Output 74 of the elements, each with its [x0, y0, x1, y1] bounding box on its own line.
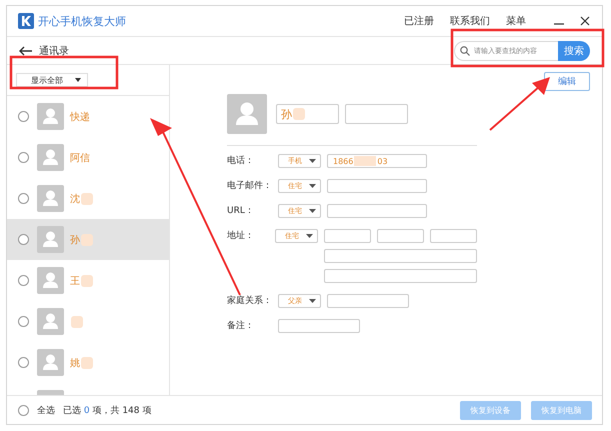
back-arrow-icon[interactable]	[19, 46, 32, 56]
avatar-icon	[37, 185, 64, 212]
radio-button[interactable]	[18, 275, 29, 286]
radio-button[interactable]	[18, 316, 29, 327]
contact-item[interactable]: 阿信	[7, 137, 169, 178]
contact-item[interactable]: 沈	[7, 178, 169, 219]
caret-icon	[309, 299, 316, 303]
avatar-icon	[227, 94, 267, 134]
address-field[interactable]	[430, 229, 477, 243]
contact-item[interactable]: 姚	[7, 342, 169, 383]
contact-item[interactable]: 王	[7, 260, 169, 301]
caret-icon	[309, 184, 316, 188]
text-field[interactable]	[327, 179, 427, 193]
contact-item[interactable]: 快递	[7, 96, 169, 137]
contact-name: 姚	[70, 356, 80, 370]
contact-name: 孙	[70, 234, 80, 246]
avatar-icon	[37, 349, 64, 376]
address-field[interactable]	[324, 229, 371, 243]
field-label: 地址：	[227, 230, 255, 243]
field-label: 家庭关系：	[227, 294, 273, 308]
edit-button[interactable]: 编辑	[544, 72, 590, 91]
radio-button[interactable]	[18, 357, 29, 368]
first-name-field[interactable]: 孙	[276, 104, 339, 124]
radio-button[interactable]	[18, 404, 29, 416]
note-field[interactable]	[278, 319, 360, 333]
caret-icon	[309, 159, 316, 163]
search-icon	[460, 46, 470, 56]
caret-icon	[75, 78, 81, 82]
caret-icon	[306, 234, 313, 238]
blur-patch	[81, 234, 93, 246]
field-label: 备注：	[227, 320, 255, 333]
close-icon[interactable]	[580, 16, 590, 26]
contact-name: 沈	[70, 192, 80, 206]
blur-patch	[71, 316, 83, 328]
radio-button[interactable]	[18, 152, 29, 163]
menu-link[interactable]: 已注册	[404, 14, 434, 28]
page-title: 通讯录	[39, 44, 69, 58]
selection-count: 已选 0 项，共 148 项	[63, 404, 152, 416]
avatar-icon	[37, 308, 64, 335]
app-title: 开心手机恢复大师	[38, 14, 126, 28]
contact-name: 快递	[70, 110, 90, 124]
field-label: 电子邮件：	[227, 180, 273, 193]
radio-button[interactable]	[18, 193, 29, 204]
search-button[interactable]: 搜索	[558, 40, 590, 60]
text-field[interactable]	[327, 294, 409, 308]
app-logo-icon	[18, 13, 34, 29]
avatar-icon	[37, 103, 64, 130]
field-label: URL：	[227, 205, 255, 218]
blur-patch	[81, 356, 93, 368]
address-field[interactable]	[324, 269, 477, 283]
radio-button[interactable]	[18, 111, 29, 122]
contact-item[interactable]: 孙	[7, 219, 169, 260]
blur-patch	[293, 108, 305, 120]
blur-patch	[81, 274, 93, 286]
phone-field[interactable]: 1866 03	[327, 154, 427, 168]
blur-patch	[354, 156, 376, 166]
avatar-icon	[37, 226, 64, 253]
menu-link[interactable]: 菜单	[506, 14, 526, 28]
address-field[interactable]	[377, 229, 424, 243]
caret-icon	[309, 209, 316, 213]
menu-link[interactable]: 联系我们	[450, 14, 490, 28]
avatar-icon	[37, 144, 64, 171]
last-name-field[interactable]	[345, 104, 408, 124]
contact-name: 王	[70, 274, 80, 288]
field-label: 电话：	[227, 154, 255, 168]
text-field[interactable]	[327, 204, 427, 218]
blur-patch	[81, 192, 93, 204]
filter-dropdown[interactable]: 显示全部	[16, 73, 88, 87]
radio-button[interactable]	[18, 234, 29, 245]
select-all-label: 全选	[37, 404, 55, 416]
annotation-arrow	[489, 77, 550, 131]
address-field[interactable]	[324, 249, 477, 263]
avatar-icon	[37, 267, 64, 294]
contact-name: 阿信	[70, 152, 90, 164]
